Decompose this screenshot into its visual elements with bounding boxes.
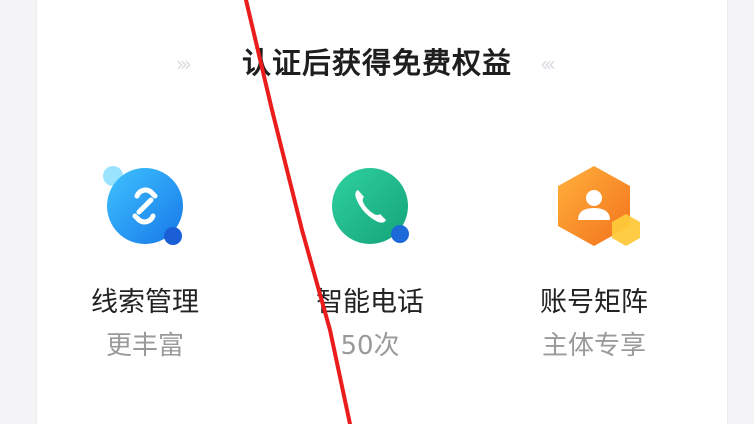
heading-right-arrows: ‹‹‹ [540, 52, 556, 76]
benefits-heading: 认证后获得免费权益 [241, 46, 512, 80]
phone-icon [322, 160, 418, 256]
benefit-subtitle: 主体专享 [541, 331, 646, 361]
benefit-subtitle: 50次 [340, 331, 400, 361]
benefit-subtitle: 更丰富 [105, 331, 184, 361]
benefit-title: 智能电话 [316, 287, 424, 318]
benefit-title: 账号矩阵 [540, 287, 648, 318]
benefit-title: 线索管理 [91, 287, 199, 318]
link-icon [97, 160, 193, 256]
account-icon [546, 160, 642, 256]
